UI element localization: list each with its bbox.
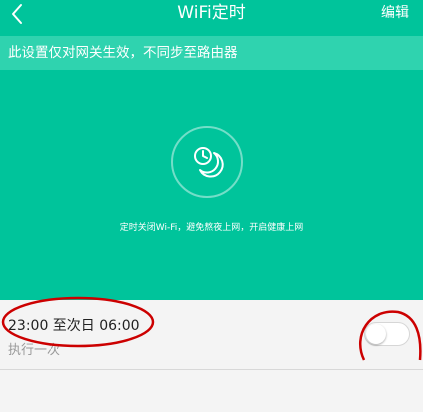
schedule-row[interactable]: 23:00 至次日 06:00 执行一次 (0, 300, 423, 370)
page-title: WiFi定时 (177, 3, 246, 23)
notice-banner: 此设置仅对网关生效，不同步至路由器 (0, 36, 423, 70)
schedule-repeat: 执行一次 (8, 343, 61, 358)
notice-text: 此设置仅对网关生效，不同步至路由器 (8, 45, 238, 61)
edit-button[interactable]: 编辑 (381, 4, 409, 22)
hero-caption: 定时关闭Wi-Fi，避免熬夜上网，开启健康上网 (119, 223, 304, 233)
schedule-time-range: 23:00 至次日 06:00 (8, 318, 140, 334)
top-bar: WiFi定时 编辑 (0, 0, 423, 32)
toggle-knob (366, 324, 386, 344)
clock-moon-icon (194, 147, 224, 178)
hero-panel: WiFi定时 编辑 此设置仅对网关生效，不同步至路由器 定时关闭Wi-Fi，避免… (0, 0, 423, 300)
schedule-toggle[interactable] (364, 322, 410, 346)
